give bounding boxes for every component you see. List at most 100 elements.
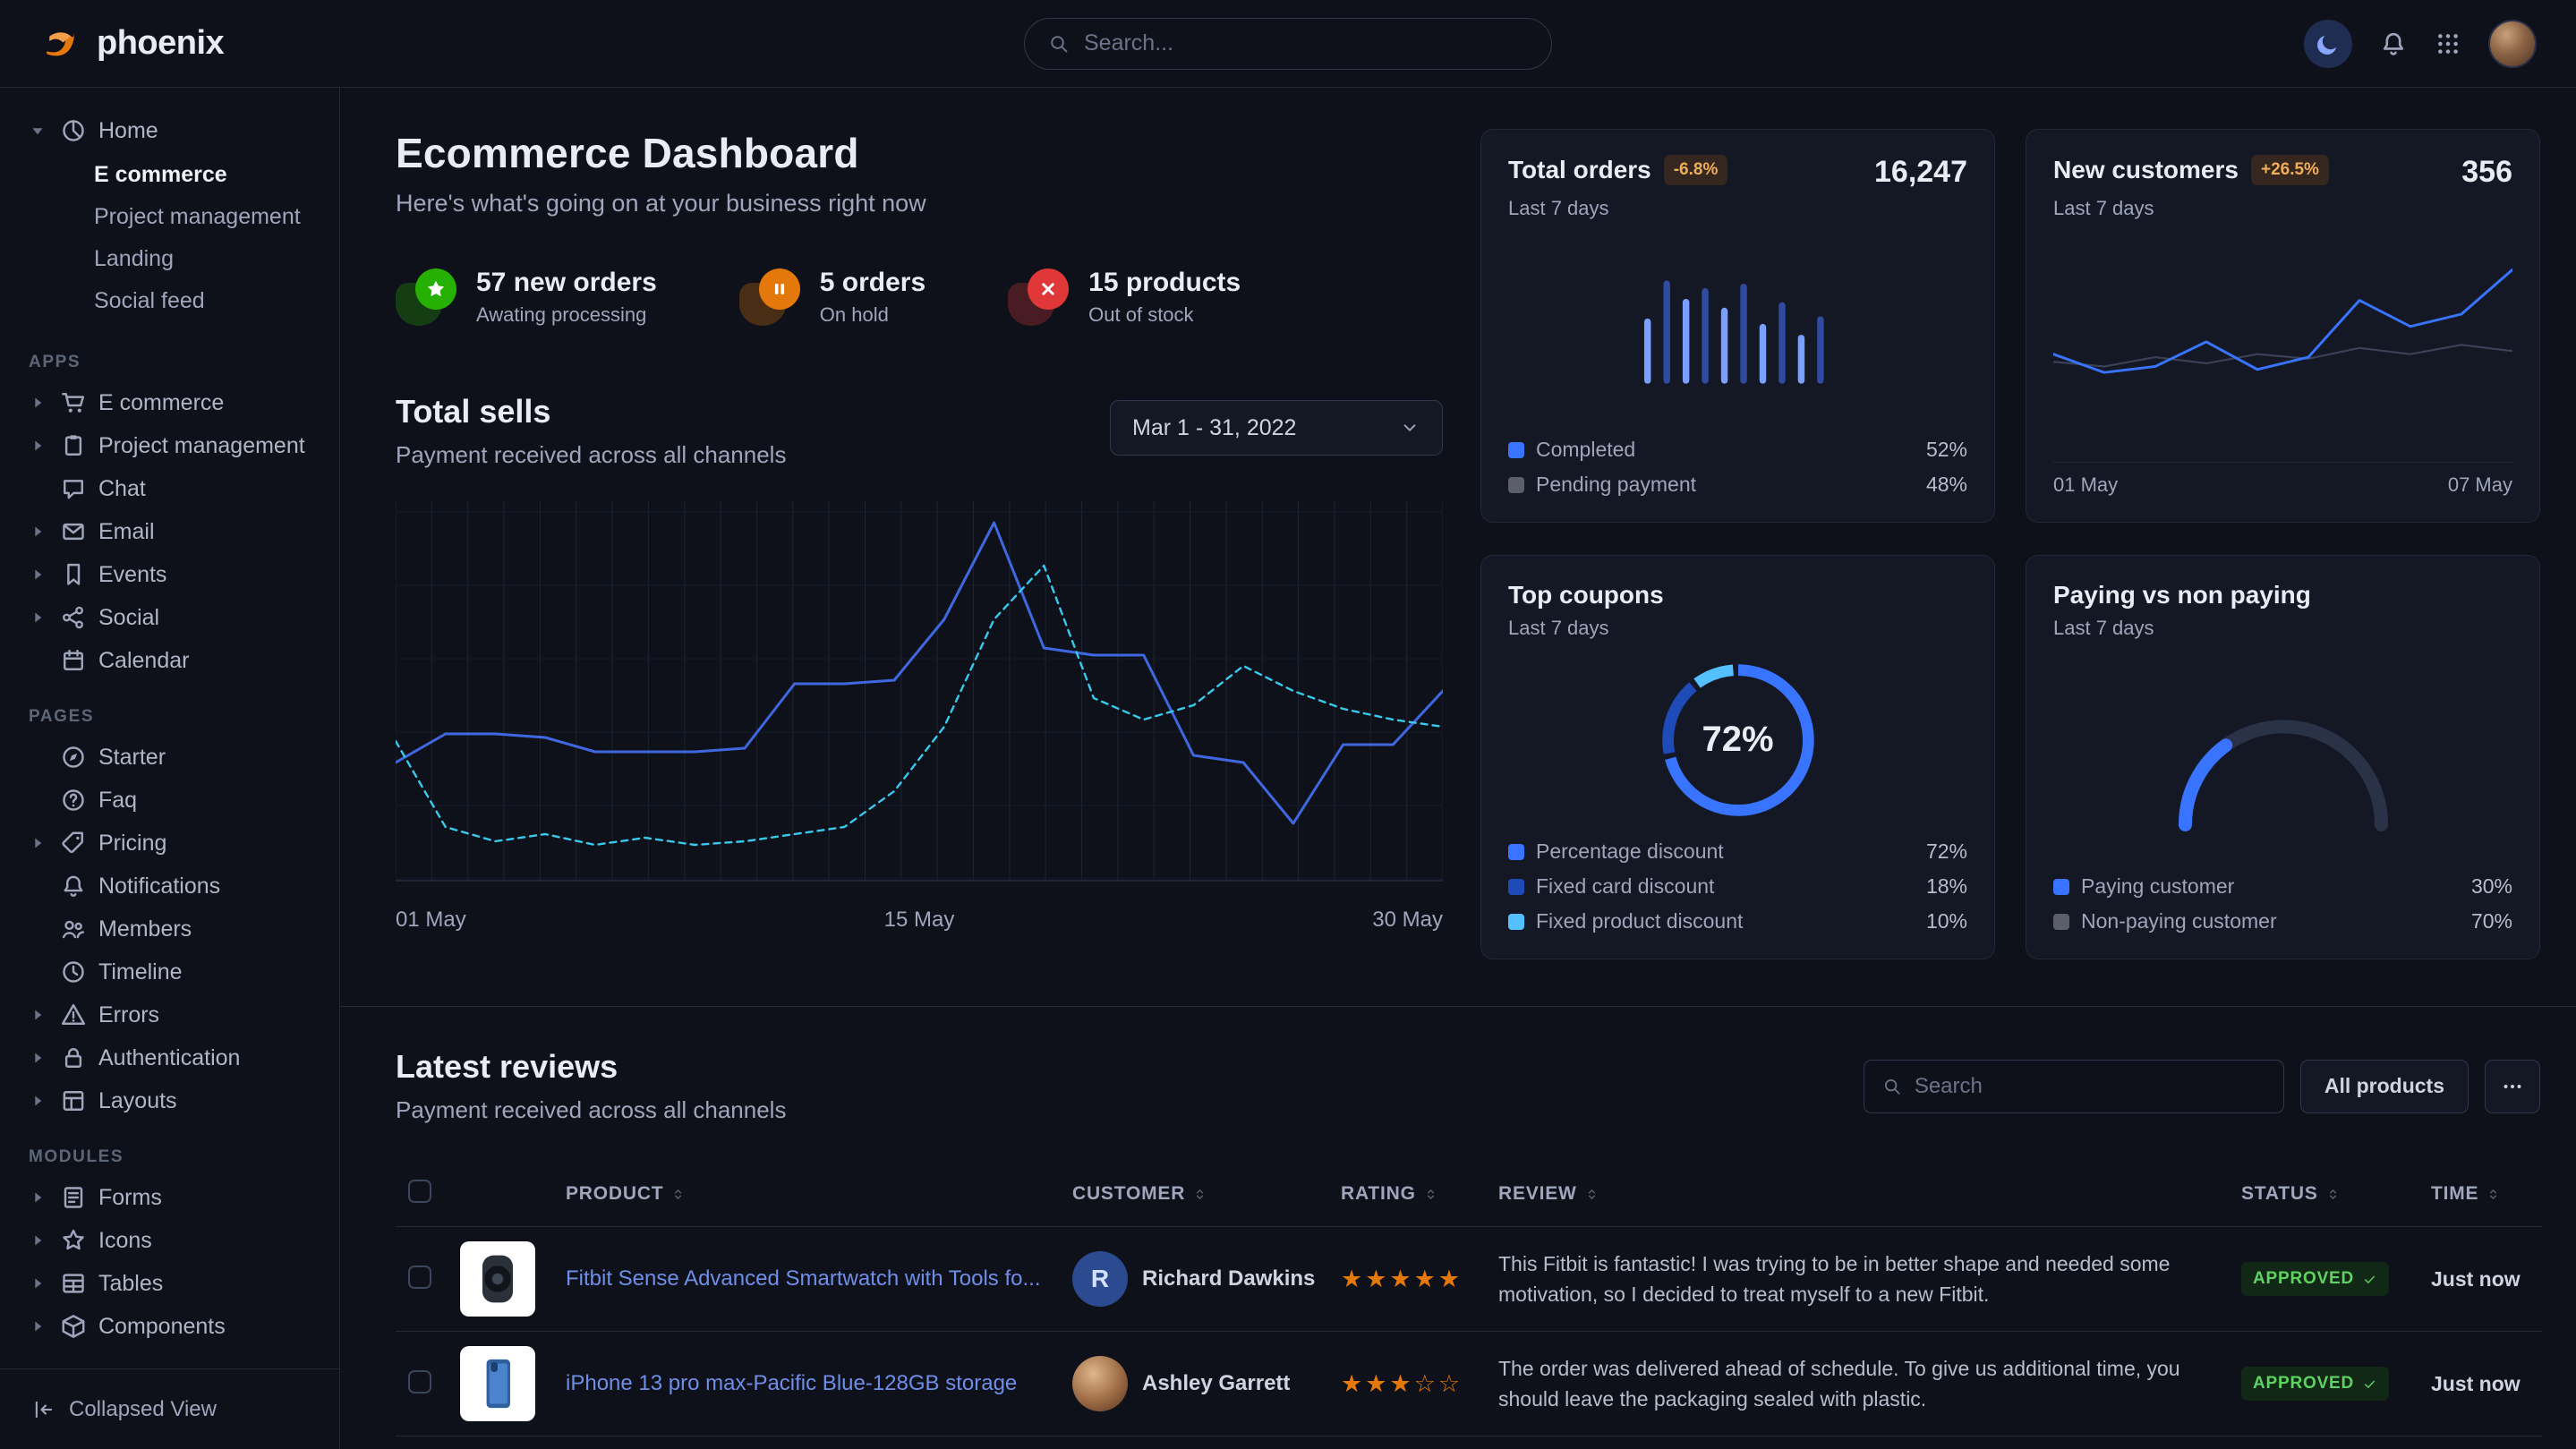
- top-coupons-legend: Percentage discount72%Fixed card discoun…: [1508, 840, 1967, 933]
- caret-right-icon: [27, 1004, 48, 1026]
- status-badge: APPROVED: [2241, 1367, 2389, 1401]
- legend-label: Pending payment: [1536, 473, 1915, 497]
- all-products-button[interactable]: All products: [2300, 1060, 2469, 1113]
- search-icon: [1882, 1077, 1902, 1096]
- more-options-button[interactable]: [2485, 1060, 2540, 1113]
- sort-icon: [1192, 1187, 1207, 1202]
- column-header-review[interactable]: REVIEW: [1486, 1162, 2229, 1227]
- collapse-icon: [32, 1398, 55, 1421]
- column-header-time[interactable]: TIME: [2418, 1162, 2542, 1227]
- bell-icon: [60, 873, 87, 899]
- sidebar-item-components[interactable]: Components: [0, 1305, 339, 1348]
- date-range-select[interactable]: Mar 1 - 31, 2022: [1110, 400, 1443, 456]
- legend-row: Paying customer30%: [2053, 874, 2512, 899]
- row-checkbox[interactable]: [408, 1370, 431, 1394]
- sidebar-item-e-commerce[interactable]: E commerce: [0, 381, 339, 424]
- collapse-view-button[interactable]: Collapsed View: [0, 1368, 339, 1449]
- caret-right-icon: [27, 832, 48, 854]
- product-link[interactable]: Fitbit Sense Advanced Smartwatch with To…: [566, 1266, 1047, 1291]
- sidebar-item-events[interactable]: Events: [0, 553, 339, 596]
- card-title: Top coupons: [1508, 581, 1664, 609]
- sidebar-item-members[interactable]: Members: [0, 908, 339, 950]
- sidebar-item-landing[interactable]: Landing: [0, 238, 339, 280]
- tag-icon: [60, 830, 87, 857]
- chevron-down-icon: [1399, 417, 1420, 439]
- sidebar-item-layouts[interactable]: Layouts: [0, 1079, 339, 1122]
- table-icon: [60, 1270, 87, 1297]
- sidebar-item-notifications[interactable]: Notifications: [0, 865, 339, 908]
- notifications-button[interactable]: [2379, 30, 2408, 58]
- sidebar-item-project-management[interactable]: Project management: [0, 424, 339, 467]
- sidebar-item-chat[interactable]: Chat: [0, 467, 339, 510]
- sidebar-item-project-management[interactable]: Project management: [0, 196, 339, 238]
- sidebar-item-e-commerce[interactable]: E commerce: [0, 154, 339, 196]
- sidebar-item-starter[interactable]: Starter: [0, 736, 339, 779]
- stat-item: 57 new ordersAwating processing: [396, 268, 657, 327]
- sidebar-item-icons[interactable]: Icons: [0, 1219, 339, 1262]
- legend-row: Fixed card discount18%: [1508, 874, 1967, 899]
- legend-label: Paying customer: [2081, 874, 2460, 899]
- theme-toggle-button[interactable]: [2304, 20, 2352, 68]
- star-o-icon: [60, 1227, 87, 1254]
- sidebar-item-home[interactable]: Home: [0, 109, 339, 152]
- row-checkbox[interactable]: [408, 1266, 431, 1289]
- stat-item: 15 productsOut of stock: [1008, 268, 1241, 327]
- total-orders-chart: [1642, 267, 1834, 392]
- product-thumbnail[interactable]: [460, 1241, 535, 1317]
- grid9-icon: [2435, 30, 2461, 57]
- legend-label: Fixed card discount: [1536, 874, 1915, 899]
- sidebar-item-calendar[interactable]: Calendar: [0, 639, 339, 682]
- user-avatar[interactable]: [2488, 20, 2537, 68]
- column-header-status[interactable]: STATUS: [2229, 1162, 2418, 1227]
- new-customers-chart: [2053, 251, 2512, 426]
- sidebar-item-pricing[interactable]: Pricing: [0, 822, 339, 865]
- stat-caption: Awating processing: [476, 303, 657, 327]
- sidebar-item-email[interactable]: Email: [0, 510, 339, 553]
- sidebar-item-forms[interactable]: Forms: [0, 1176, 339, 1219]
- latest-reviews-section: Latest reviews Payment received across a…: [396, 1007, 2540, 1449]
- review-time: Just now: [2431, 1267, 2521, 1291]
- column-header-product[interactable]: PRODUCT: [553, 1162, 1060, 1227]
- caret-right-icon: [27, 564, 48, 585]
- x-icon: [1037, 278, 1059, 300]
- users-icon: [60, 916, 87, 942]
- pie-icon: [60, 117, 87, 144]
- apps-grid-button[interactable]: [2435, 30, 2461, 57]
- sidebar-item-timeline[interactable]: Timeline: [0, 950, 339, 993]
- topbar-actions: [2304, 20, 2537, 68]
- product-thumbnail[interactable]: [460, 1346, 535, 1421]
- sidebar-item-authentication[interactable]: Authentication: [0, 1036, 339, 1079]
- reviews-search[interactable]: [1864, 1060, 2284, 1113]
- search-icon: [1048, 33, 1070, 55]
- sidebar-item-social-feed[interactable]: Social feed: [0, 280, 339, 322]
- column-header-rating[interactable]: RATING: [1328, 1162, 1486, 1227]
- total-orders-card: Total orders -6.8% 16,247 Last 7 days Co…: [1480, 129, 1995, 523]
- card-value: 356: [2461, 155, 2512, 190]
- customer-name: Ashley Garrett: [1142, 1371, 1290, 1396]
- sidebar-item-faq[interactable]: Faq: [0, 779, 339, 822]
- brand-logo[interactable]: phoenix: [39, 22, 224, 65]
- sidebar-item-social[interactable]: Social: [0, 596, 339, 639]
- stat-item: 5 ordersOn hold: [739, 268, 925, 327]
- legend-row: Completed52%: [1508, 438, 1967, 462]
- grid-icon: [2435, 30, 2461, 57]
- select-all-checkbox[interactable]: [408, 1180, 431, 1203]
- topbar-search[interactable]: [1024, 18, 1552, 70]
- product-link[interactable]: iPhone 13 pro max-Pacific Blue-128GB sto…: [566, 1371, 1047, 1396]
- global-search-input[interactable]: [1084, 30, 1528, 56]
- sidebar-item-errors[interactable]: Errors: [0, 993, 339, 1036]
- table-row: Fitbit Sense Advanced Smartwatch with To…: [396, 1227, 2542, 1332]
- column-header-customer[interactable]: CUSTOMER: [1060, 1162, 1328, 1227]
- caret-right-icon: [27, 1187, 48, 1208]
- total-orders-legend: Completed52%Pending payment48%: [1508, 438, 1967, 497]
- reviews-search-input[interactable]: [1915, 1074, 2265, 1099]
- review-text: The order was delivered ahead of schedul…: [1498, 1353, 2216, 1415]
- sidebar-item-tables[interactable]: Tables: [0, 1262, 339, 1305]
- reviews-subtitle: Payment received across all channels: [396, 1096, 786, 1124]
- sidebar-nav: HomeE commerceProject managementLandingS…: [0, 88, 339, 1368]
- topbar: phoenix: [0, 0, 2576, 88]
- caret-right-icon: [27, 521, 48, 542]
- ellipsis-icon: [2501, 1075, 2524, 1098]
- collapse-view-label: Collapsed View: [69, 1397, 217, 1422]
- paying-vs-non-paying-card: Paying vs non paying Last 7 days Paying …: [2026, 555, 2540, 959]
